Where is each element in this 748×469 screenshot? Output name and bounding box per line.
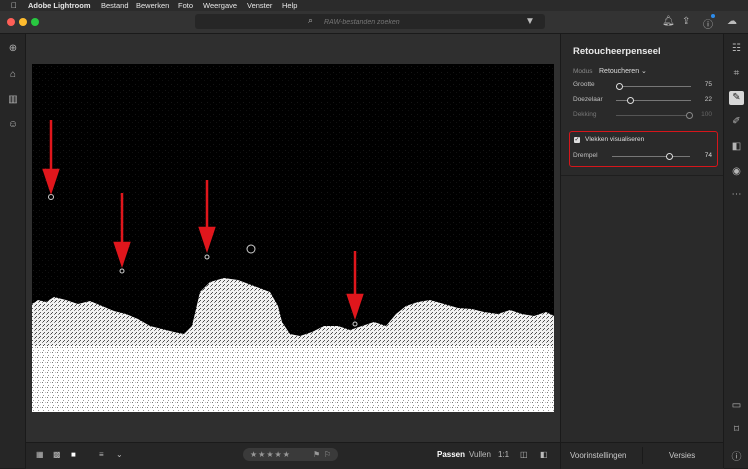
share-icon[interactable]: ⇪	[682, 16, 690, 27]
threshold-value[interactable]: 74	[705, 152, 712, 159]
menu-item-weergave[interactable]: Weergave	[203, 0, 237, 11]
visualize-label[interactable]: Vlekken visualiseren	[585, 136, 644, 143]
threshold-slider-track[interactable]	[612, 156, 690, 157]
feather-value[interactable]: 22	[705, 96, 712, 103]
edit-panel: Retoucheerpenseel Modus Retoucheren ⌄ Gr…	[560, 34, 724, 469]
chevron-down-icon: ⌄	[641, 68, 647, 75]
zoom-window-button[interactable]	[31, 18, 39, 26]
rating-flag-box: ★★★★★ ⚑ ⚐	[243, 448, 338, 461]
apple-icon[interactable]: 	[11, 0, 17, 11]
panel-divider	[561, 175, 724, 176]
filter-icon[interactable]: ▼	[525, 16, 535, 27]
slider-label-feather: Doezelaar	[573, 96, 603, 103]
info-circle-icon[interactable]: ⓘ	[729, 448, 744, 463]
threshold-label: Drempel	[573, 152, 598, 159]
cloud-icon[interactable]: ☁	[727, 16, 737, 27]
people-icon[interactable]: ☺	[6, 119, 20, 130]
mode-label: Modus	[573, 68, 593, 75]
bottom-toolbar: ▦ ▩ ■ ≡ ⌄ ★★★★★ ⚑ ⚐ Passen Vullen 1:1 ◫ …	[26, 442, 560, 469]
more-icon[interactable]: ⋯	[729, 189, 744, 200]
size-slider-knob[interactable]	[616, 83, 623, 90]
search-input[interactable]	[322, 15, 476, 30]
menu-item-venster[interactable]: Venster	[247, 0, 272, 11]
healing-brush-icon[interactable]: ✎	[729, 91, 744, 105]
crop-icon[interactable]: ⌗	[729, 68, 744, 79]
left-sidebar: ⊕ ⌂ ▥ ☺	[0, 34, 26, 468]
radial-gradient-icon[interactable]: ◉	[729, 166, 744, 177]
mode-value: Retoucheren	[599, 68, 640, 75]
search-box[interactable]: ⌕	[195, 14, 545, 30]
menu-item-bewerken[interactable]: Bewerken	[136, 0, 169, 11]
opacity-slider-track[interactable]	[616, 115, 691, 116]
fit-button[interactable]: Passen	[437, 450, 465, 459]
sort-icon[interactable]: ≡	[99, 450, 104, 459]
grid-view-icon[interactable]: ▦	[36, 450, 44, 459]
opacity-slider-knob[interactable]	[686, 112, 693, 119]
home-icon[interactable]: ⌂	[6, 69, 20, 80]
flag-pick-icon[interactable]: ⚑	[313, 448, 320, 461]
notification-dot	[711, 14, 715, 18]
visualize-checkbox[interactable]: ✓	[574, 137, 580, 143]
slider-label-opacity: Dekking	[573, 111, 597, 118]
menu-bar:  Adobe Lightroom Bestand Bewerken Foto …	[0, 0, 748, 11]
panel-bottom-tabs: Voorinstellingen Versies	[561, 442, 724, 469]
size-value[interactable]: 75	[705, 81, 712, 88]
ratio-button[interactable]: 1:1	[498, 450, 509, 459]
slider-label-size: Grootte	[573, 81, 595, 88]
edit-sliders-icon[interactable]: ☷	[729, 43, 744, 54]
fill-button[interactable]: Vullen	[469, 450, 491, 459]
square-grid-icon[interactable]: ▩	[53, 450, 61, 459]
threshold-slider-knob[interactable]	[666, 153, 673, 160]
panel-title: Retoucheerpenseel	[573, 46, 661, 57]
linear-gradient-icon[interactable]: ◧	[729, 141, 744, 152]
opacity-value[interactable]: 100	[701, 111, 712, 118]
tag-icon[interactable]: ⌑	[729, 424, 744, 435]
detail-view-icon[interactable]: ■	[71, 450, 76, 459]
versions-tab[interactable]: Versies	[669, 451, 695, 460]
mode-dropdown[interactable]: Retoucheren ⌄	[599, 67, 647, 75]
comment-icon[interactable]: ▭	[729, 400, 744, 411]
feather-slider-knob[interactable]	[627, 97, 634, 104]
menu-item-foto[interactable]: Foto	[178, 0, 193, 11]
title-bar: ⌕ ▼ 🔔︎ ⇪ ⓘ ☁	[0, 11, 748, 34]
presets-tab[interactable]: Voorinstellingen	[570, 451, 626, 460]
info-icon[interactable]: ⓘ	[703, 16, 713, 31]
photo-preview[interactable]	[32, 64, 554, 412]
search-icon: ⌕	[308, 15, 314, 25]
tab-divider	[642, 447, 643, 464]
size-slider-track[interactable]	[616, 86, 691, 87]
close-window-button[interactable]	[7, 18, 15, 26]
book-icon[interactable]: ◧	[540, 450, 548, 459]
right-tool-strip: ☷ ⌗ ✎ ✐ ◧ ◉ ⋯ ▭ ⌑ ⓘ	[723, 34, 748, 468]
app-name-menu[interactable]: Adobe Lightroom	[28, 0, 91, 11]
minimize-window-button[interactable]	[19, 18, 27, 26]
star-rating[interactable]: ★★★★★	[250, 448, 291, 461]
ground-area	[32, 346, 554, 412]
compare-icon[interactable]: ◫	[520, 450, 528, 459]
bell-icon[interactable]: 🔔︎	[662, 16, 675, 27]
menu-item-bestand[interactable]: Bestand	[101, 0, 129, 11]
visualize-spots-highlight: ✓ Vlekken visualiseren Drempel 74	[569, 131, 718, 167]
brush-icon[interactable]: ✐	[729, 116, 744, 127]
menu-item-help[interactable]: Help	[282, 0, 297, 11]
library-icon[interactable]: ▥	[6, 94, 20, 105]
add-photos-icon[interactable]: ⊕	[6, 43, 20, 54]
flag-reject-icon[interactable]: ⚐	[324, 448, 331, 461]
chevron-down-icon[interactable]: ⌄	[116, 450, 123, 459]
